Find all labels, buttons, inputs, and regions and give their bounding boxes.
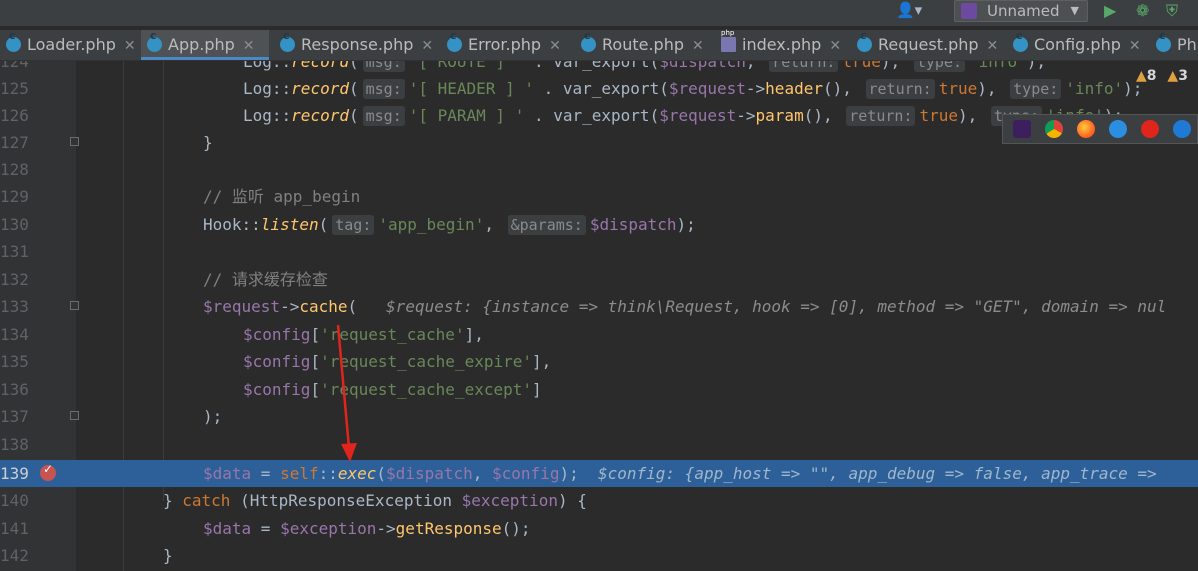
arrow-head	[341, 443, 357, 462]
arrow-shaft	[336, 324, 351, 449]
annotation-arrow	[336, 324, 357, 462]
